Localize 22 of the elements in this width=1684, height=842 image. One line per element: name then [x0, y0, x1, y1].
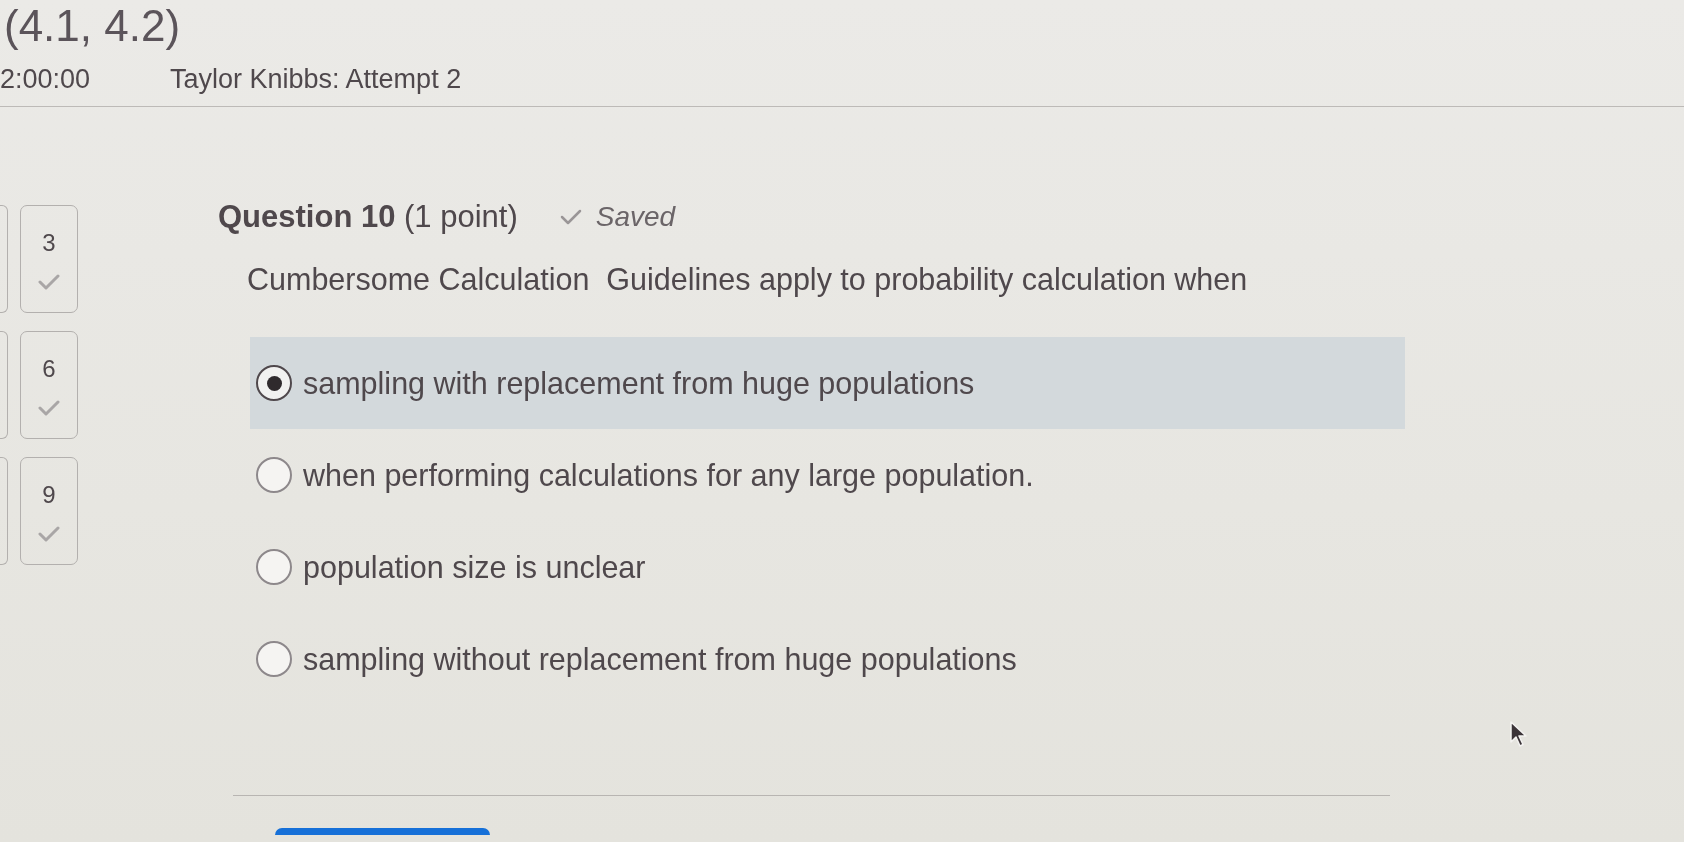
answer-option[interactable]: sampling without replacement from huge populations: [250, 613, 1405, 705]
radio-button[interactable]: [256, 365, 292, 401]
check-icon: [559, 209, 582, 225]
answer-option[interactable]: when performing calculations for any large population.: [250, 429, 1405, 521]
answer-option[interactable]: population size is unclear: [250, 521, 1405, 613]
question-tile[interactable]: [0, 457, 8, 565]
cursor-icon: [1509, 720, 1529, 748]
question-heading: Question 10 (1 point): [218, 199, 518, 235]
question-tile[interactable]: 3: [20, 205, 78, 313]
radio-button[interactable]: [256, 457, 292, 493]
course-code-title: (4.1, 4.2): [3, 0, 181, 52]
saved-status: Saved: [595, 200, 676, 234]
question-tile[interactable]: [0, 331, 8, 439]
radio-button[interactable]: [256, 549, 292, 585]
question-tile[interactable]: [0, 205, 8, 313]
question-tile[interactable]: 9: [20, 457, 78, 565]
question-prompt: Cumbersome Calculation Guidelines apply to probability calculation when: [247, 261, 1248, 297]
answer-option[interactable]: sampling with replacement from huge populations: [250, 337, 1405, 429]
question-tile[interactable]: 6: [20, 331, 78, 439]
attempt-title: Taylor Knibbs: Attempt 2: [170, 63, 462, 95]
timer-text: 2:00:00: [0, 63, 92, 95]
radio-button[interactable]: [256, 641, 292, 677]
